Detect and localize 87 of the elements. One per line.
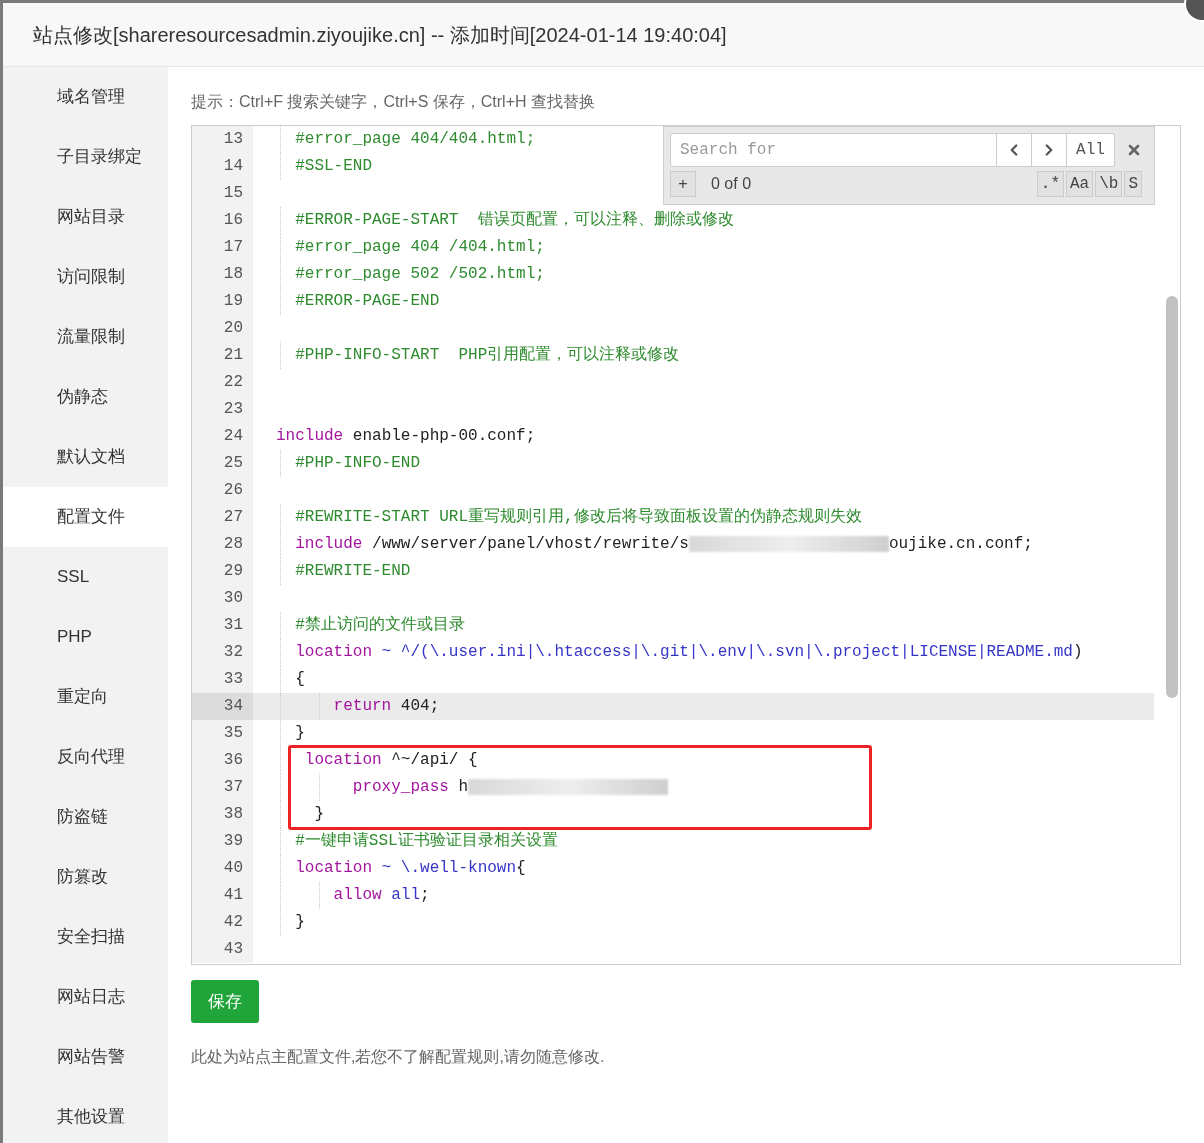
line-number: 26	[192, 477, 253, 504]
code-line: include /www/server/panel/vhost/rewrite/s oujike.cn.conf;	[294, 534, 1033, 555]
line-number: 14	[192, 153, 253, 180]
sidebar-item[interactable]: 子目录绑定	[3, 127, 168, 187]
search-option-toggle[interactable]: S	[1124, 171, 1142, 197]
sidebar-item[interactable]: 流量限制	[3, 307, 168, 367]
line-number: 25	[192, 450, 253, 477]
code-line: #error_page 502 /502.html;	[294, 264, 545, 285]
code-line: #error_page 404 /404.html;	[294, 237, 545, 258]
note-text: 此处为站点主配置文件,若您不了解配置规则,请勿随意修改.	[191, 1047, 606, 1067]
next-button[interactable]	[1032, 133, 1067, 167]
code-line: #PHP-INFO-END	[294, 453, 421, 474]
sidebar-item[interactable]: 反向代理	[3, 727, 168, 787]
line-number: 17	[192, 234, 253, 261]
code-line: location ^~/api/ {	[303, 750, 478, 771]
sidebar-item[interactable]: 防盗链	[3, 787, 168, 847]
line-number: 28	[192, 531, 253, 558]
code-line: #禁止访问的文件或目录	[294, 614, 465, 636]
sidebar-item[interactable]: 重定向	[3, 667, 168, 727]
sidebar-item[interactable]: SSL	[3, 547, 168, 607]
code-line: #error_page 404/404.html;	[294, 129, 536, 150]
sidebar-item[interactable]: 伪静态	[3, 367, 168, 427]
line-number: 32	[192, 639, 253, 666]
code-line: return 404;	[332, 696, 440, 717]
sidebar-item[interactable]: 默认文档	[3, 427, 168, 487]
sidebar-item[interactable]: 网站日志	[3, 967, 168, 1027]
line-number: 42	[192, 909, 253, 936]
code-line: #REWRITE-START URL重写规则引用,修改后将导致面板设置的伪静态规则失效	[294, 506, 862, 528]
line-number: 40	[192, 855, 253, 882]
code-line: {	[294, 669, 305, 690]
line-number: 34	[192, 693, 253, 720]
code-line: proxy_pass h	[276, 774, 669, 801]
line-number: 19	[192, 288, 253, 315]
line-number: 29	[192, 558, 253, 585]
line-number: 13	[192, 126, 253, 153]
code-line: }	[313, 804, 324, 825]
dialog-title: 站点修改[shareresourcesadmin.ziyoujike.cn] -- 添加时间[2024-01-14 19:40:04]	[3, 3, 1204, 67]
code-line: #REWRITE-END	[294, 561, 411, 582]
line-number: 23	[192, 396, 253, 423]
code-line: }	[294, 723, 305, 744]
sidebar-item[interactable]: 安全扫描	[3, 907, 168, 967]
all-button[interactable]: All	[1067, 133, 1115, 167]
code-line: #ERROR-PAGE-END	[294, 291, 440, 312]
line-number: 22	[192, 369, 253, 396]
search-field[interactable]: Search for	[670, 133, 997, 167]
line-number: 21	[192, 342, 253, 369]
code-line: location ~ ^/(\.user.ini|\.htaccess|\.git|\.env|\.svn|\.project|LICENSE|README.md)	[294, 642, 1083, 663]
code-line: #SSL-END	[294, 156, 372, 177]
line-number: 39	[192, 828, 253, 855]
line-number: 20	[192, 315, 253, 342]
hint-text: 提示：Ctrl+F 搜索关键字，Ctrl+S 保存，Ctrl+H 查找替换	[191, 92, 596, 112]
sidebar-item[interactable]: 访问限制	[3, 247, 168, 307]
search-option-toggle[interactable]: Aa	[1066, 171, 1094, 197]
code-line: allow all;	[332, 885, 430, 906]
code-line: }	[294, 912, 305, 933]
search-option-toggle[interactable]: .*	[1036, 171, 1064, 197]
match-count: 0 of 0	[711, 174, 752, 194]
line-number: 24	[192, 423, 253, 450]
sidebar-item[interactable]: 域名管理	[3, 67, 168, 127]
line-number: 18	[192, 261, 253, 288]
scrollbar[interactable]	[1166, 296, 1178, 698]
line-number: 35	[192, 720, 253, 747]
sidebar-item[interactable]: 防篡改	[3, 847, 168, 907]
line-number: 37	[192, 774, 253, 801]
line-number: 43	[192, 936, 253, 963]
sidebar-item[interactable]: 网站告警	[3, 1027, 168, 1087]
line-number: 36	[192, 747, 253, 774]
line-number: 15	[192, 180, 253, 207]
line-number: 38	[192, 801, 253, 828]
code-line: #一键申请SSL证书验证目录相关设置	[294, 830, 558, 852]
sidebar-item[interactable]: 网站目录	[3, 187, 168, 247]
code-line: include enable-php-00.conf;	[276, 426, 536, 447]
code-line: location ~ \.well-known{	[294, 858, 526, 879]
sidebar-item[interactable]: 其他设置	[3, 1087, 168, 1143]
sidebar-item[interactable]: 配置文件	[3, 487, 168, 547]
add-button[interactable]: +	[670, 171, 696, 197]
line-number: 33	[192, 666, 253, 693]
line-number: 41	[192, 882, 253, 909]
line-number: 27	[192, 504, 253, 531]
line-number: 16	[192, 207, 253, 234]
code-line: #PHP-INFO-START PHP引用配置，可以注释或修改	[294, 344, 680, 366]
search-option-toggle[interactable]: \b	[1095, 171, 1123, 197]
line-number: 30	[192, 585, 253, 612]
code-line: #ERROR-PAGE-START 错误页配置，可以注释、删除或修改	[294, 209, 734, 231]
previous-button[interactable]	[997, 133, 1032, 167]
line-number: 31	[192, 612, 253, 639]
sidebar-item[interactable]: PHP	[3, 607, 168, 667]
